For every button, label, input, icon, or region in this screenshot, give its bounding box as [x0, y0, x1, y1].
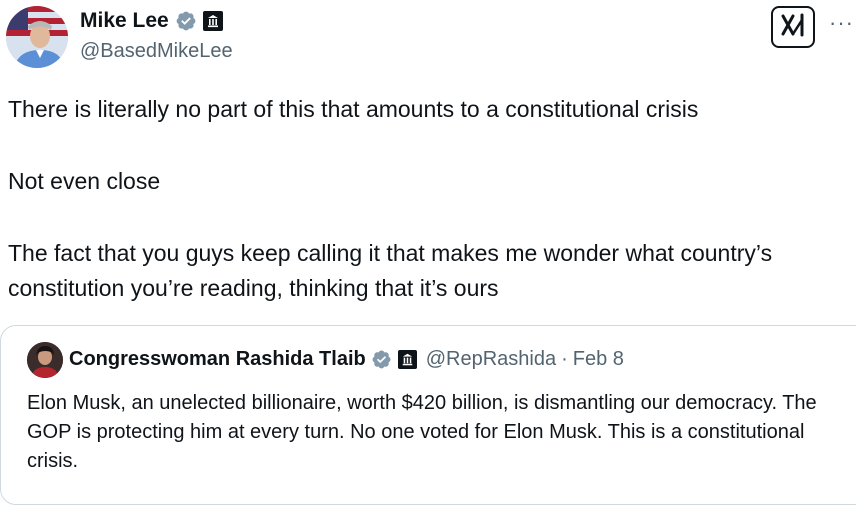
grok-button[interactable]: [771, 6, 815, 48]
quoted-author-handle[interactable]: @RepRashida: [426, 348, 556, 371]
verified-badge-icon: [371, 349, 393, 371]
tweet-paragraph: The fact that you guys keep calling it t…: [8, 240, 773, 301]
grok-icon: [779, 12, 807, 43]
quoted-author-name[interactable]: Congresswoman Rashida Tlaib: [69, 348, 366, 371]
more-options-icon[interactable]: ···: [829, 10, 854, 36]
tweet-paragraph: There is literally no part of this that …: [8, 96, 699, 122]
verified-badge-icon: [175, 10, 197, 32]
author-name[interactable]: Mike Lee: [80, 9, 169, 33]
author-avatar[interactable]: [6, 6, 68, 68]
government-badge-icon: [397, 349, 418, 370]
tweet-text: There is literally no part of this that …: [8, 92, 848, 306]
quoted-tweet[interactable]: Congresswoman Rashida Tlaib @RepRashida …: [0, 325, 856, 505]
separator-dot: ·: [561, 348, 568, 370]
tweet-paragraph: Not even close: [8, 168, 161, 194]
author-handle[interactable]: @BasedMikeLee: [80, 40, 233, 63]
quoted-tweet-text: Elon Musk, an unelected billionaire, wor…: [27, 392, 817, 472]
quoted-timestamp[interactable]: Feb 8: [573, 348, 624, 371]
government-badge-icon: [202, 11, 223, 31]
quoted-author-avatar[interactable]: [27, 342, 63, 378]
